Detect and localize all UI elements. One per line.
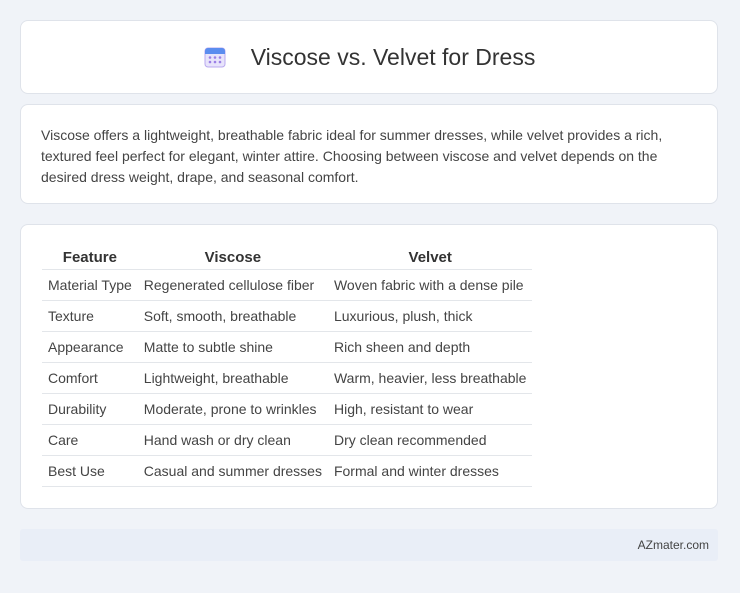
table-row: Care Hand wash or dry clean Dry clean re… xyxy=(42,424,533,456)
table-cell-viscose: Hand wash or dry clean xyxy=(137,424,328,456)
table-cell-viscose: Casual and summer dresses xyxy=(137,455,328,487)
table-row: Durability Moderate, prone to wrinkles H… xyxy=(42,393,533,425)
footer: AZmater.com xyxy=(20,529,718,561)
table-row: Comfort Lightweight, breathable Warm, he… xyxy=(42,362,533,394)
table-row: Appearance Matte to subtle shine Rich sh… xyxy=(42,331,533,363)
summary-text: Viscose offers a lightweight, breathable… xyxy=(41,127,663,185)
comparison-card: Feature Viscose Velvet Material Type Reg… xyxy=(20,224,718,509)
summary-card: Viscose offers a lightweight, breathable… xyxy=(20,104,718,204)
table-row: Material Type Regenerated cellulose fibe… xyxy=(42,269,533,301)
table-cell-velvet: Dry clean recommended xyxy=(327,424,533,456)
table-cell-velvet: Luxurious, plush, thick xyxy=(327,300,533,332)
table-cell-feature: Texture xyxy=(42,300,138,332)
table-cell-feature: Appearance xyxy=(42,331,138,363)
table-cell-feature: Durability xyxy=(42,393,138,425)
table-cell-velvet: Rich sheen and depth xyxy=(327,331,533,363)
table-cell-viscose: Soft, smooth, breathable xyxy=(137,300,328,332)
table-row: Texture Soft, smooth, breathable Luxurio… xyxy=(42,300,533,332)
table-cell-feature: Material Type xyxy=(42,269,138,301)
table-cell-velvet: Woven fabric with a dense pile xyxy=(327,269,533,301)
column-header-feature: Feature xyxy=(42,245,138,270)
table-cell-feature: Comfort xyxy=(42,362,138,394)
table-cell-velvet: High, resistant to wear xyxy=(327,393,533,425)
comparison-table: Feature Viscose Velvet Material Type Reg… xyxy=(42,245,533,487)
calendar-icon xyxy=(203,45,227,69)
title-card: Viscose vs. Velvet for Dress xyxy=(20,20,718,94)
table-cell-viscose: Regenerated cellulose fiber xyxy=(137,269,328,301)
table-cell-viscose: Matte to subtle shine xyxy=(137,331,328,363)
column-header-velvet: Velvet xyxy=(327,245,533,270)
table-row: Best Use Casual and summer dresses Forma… xyxy=(42,455,533,487)
table-cell-viscose: Moderate, prone to wrinkles xyxy=(137,393,328,425)
table-header-row: Feature Viscose Velvet xyxy=(42,245,533,270)
table-cell-feature: Best Use xyxy=(42,455,138,487)
table-cell-velvet: Warm, heavier, less breathable xyxy=(327,362,533,394)
source-link[interactable]: AZmater.com xyxy=(638,538,709,552)
page-title: Viscose vs. Velvet for Dress xyxy=(250,43,536,70)
table-cell-feature: Care xyxy=(42,424,138,456)
table-cell-viscose: Lightweight, breathable xyxy=(137,362,328,394)
column-header-viscose: Viscose xyxy=(137,245,328,270)
table-cell-velvet: Formal and winter dresses xyxy=(327,455,533,487)
